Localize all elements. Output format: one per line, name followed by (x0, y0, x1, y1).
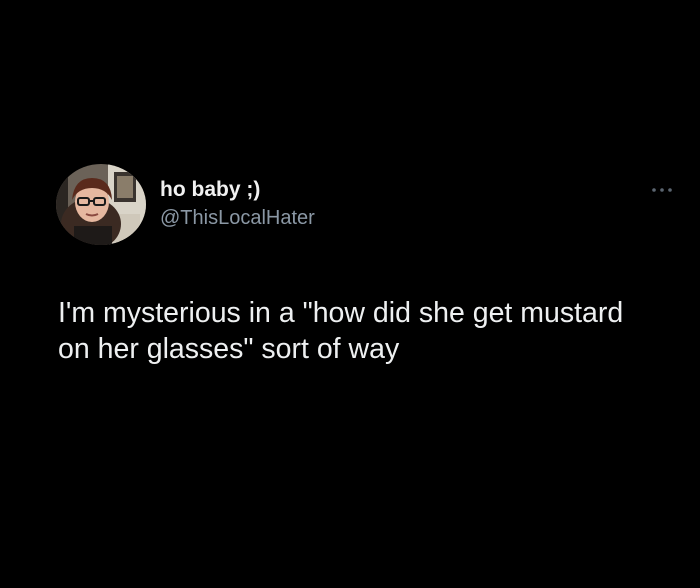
tweet-text: I'm mysterious in a "how did she get mus… (58, 297, 624, 365)
avatar[interactable] (56, 164, 146, 245)
tweet[interactable]: ho baby ;) @ThisLocalHater I'm mysteriou… (56, 163, 676, 367)
user-handle[interactable]: @ThisLocalHater (160, 205, 315, 231)
tweet-header: ho baby ;) @ThisLocalHater (56, 163, 676, 245)
more-options-icon[interactable] (648, 183, 676, 197)
tweet-author: ho baby ;) @ThisLocalHater (160, 177, 315, 231)
display-name[interactable]: ho baby ;) (160, 177, 315, 203)
avatar-image (56, 164, 146, 245)
